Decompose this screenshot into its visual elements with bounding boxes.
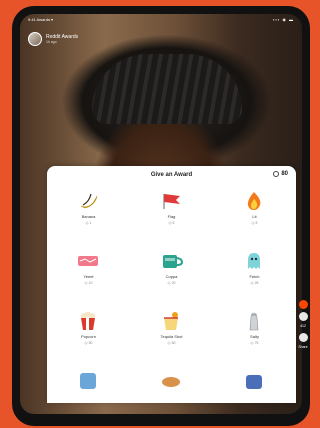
card-award-icon [246,375,262,389]
award-cost: ◎ 50 [84,341,93,345]
award-cost: ◎ 50 [167,341,176,345]
award-fetch[interactable]: Fetch ◎ 25 [213,250,296,310]
award-cuppa[interactable]: Cuppa ◎ 20 [130,250,213,310]
award-label: Tequila Shot [160,334,183,339]
video-frame-beanie [92,54,242,124]
award-tequila-shot[interactable]: Tequila Shot ◎ 50 [130,310,213,370]
comment-icon[interactable] [298,312,308,321]
upvote-icon[interactable] [298,300,308,309]
pie-award-icon [162,377,180,387]
fire-icon [247,192,261,210]
avatar[interactable] [28,32,42,46]
popcorn-icon [81,311,95,330]
status-icons: ▪▪▪ ◉ ▬ [273,17,294,22]
banana-icon [80,193,98,209]
award-label: Salty [250,334,259,339]
award-label: Flag [167,214,176,219]
awards-grid: Banana ◎ 1 Flag ◎ 5 Lit ◎ 5 Yeeet ◎ 10 C… [47,190,296,405]
sheet-title: Give an Award [150,172,193,178]
award-yeeet[interactable]: Yeeet ◎ 10 [47,250,130,310]
award-cost: ◎ 25 [250,281,259,285]
post-age: 1h ago [46,40,57,44]
status-bar: 9:41 Awards ▾ ▪▪▪ ◉ ▬ [20,14,302,26]
teacup-icon [163,255,184,268]
award-row4-1[interactable] [47,368,130,428]
blue-award-icon [80,373,96,389]
award-cost: ◎ 20 [167,281,176,285]
award-salty[interactable]: Salty ◎ 75 [213,310,296,370]
status-time: 9:41 Awards ▾ [28,17,54,22]
award-row4-3[interactable] [213,368,296,428]
yeeet-icon [78,256,98,266]
award-label: Yeeet [83,274,94,279]
flag-icon [163,194,180,209]
award-cost: ◎ 10 [84,281,93,285]
award-cost: ◎ 5 [168,221,175,225]
share-label: Share [298,345,308,349]
award-cost: ◎ 5 [251,221,258,225]
award-popcorn[interactable]: Popcorn ◎ 50 [47,310,130,370]
award-banana[interactable]: Banana ◎ 1 [47,190,130,250]
award-row4-2[interactable] [130,368,213,428]
shot-glass-icon [164,312,178,330]
ghost-icon [248,253,260,269]
award-cost: ◎ 75 [250,341,259,345]
award-cost: ◎ 1 [85,221,92,225]
award-lit[interactable]: Lit ◎ 5 [213,190,296,250]
coin-icon [273,171,280,177]
salt-shaker-icon [249,312,259,331]
give-award-sheet: Give an Award 80 Banana ◎ 1 Flag ◎ 5 Lit… [47,166,296,403]
coin-balance: 80 [273,171,288,177]
coin-count: 80 [281,171,288,177]
award-label: Popcorn [81,334,96,339]
award-flag[interactable]: Flag ◎ 5 [130,190,213,250]
award-label: Lit [252,214,257,219]
share-icon[interactable] [298,333,308,342]
post-author[interactable]: Reddit Awards 1h ago [28,32,78,46]
comment-count: 412 [300,324,306,328]
award-label: Banana [81,214,96,219]
award-label: Fetch [249,274,260,279]
award-label: Cuppa [165,274,178,279]
side-actions: 412 Share [296,300,310,354]
